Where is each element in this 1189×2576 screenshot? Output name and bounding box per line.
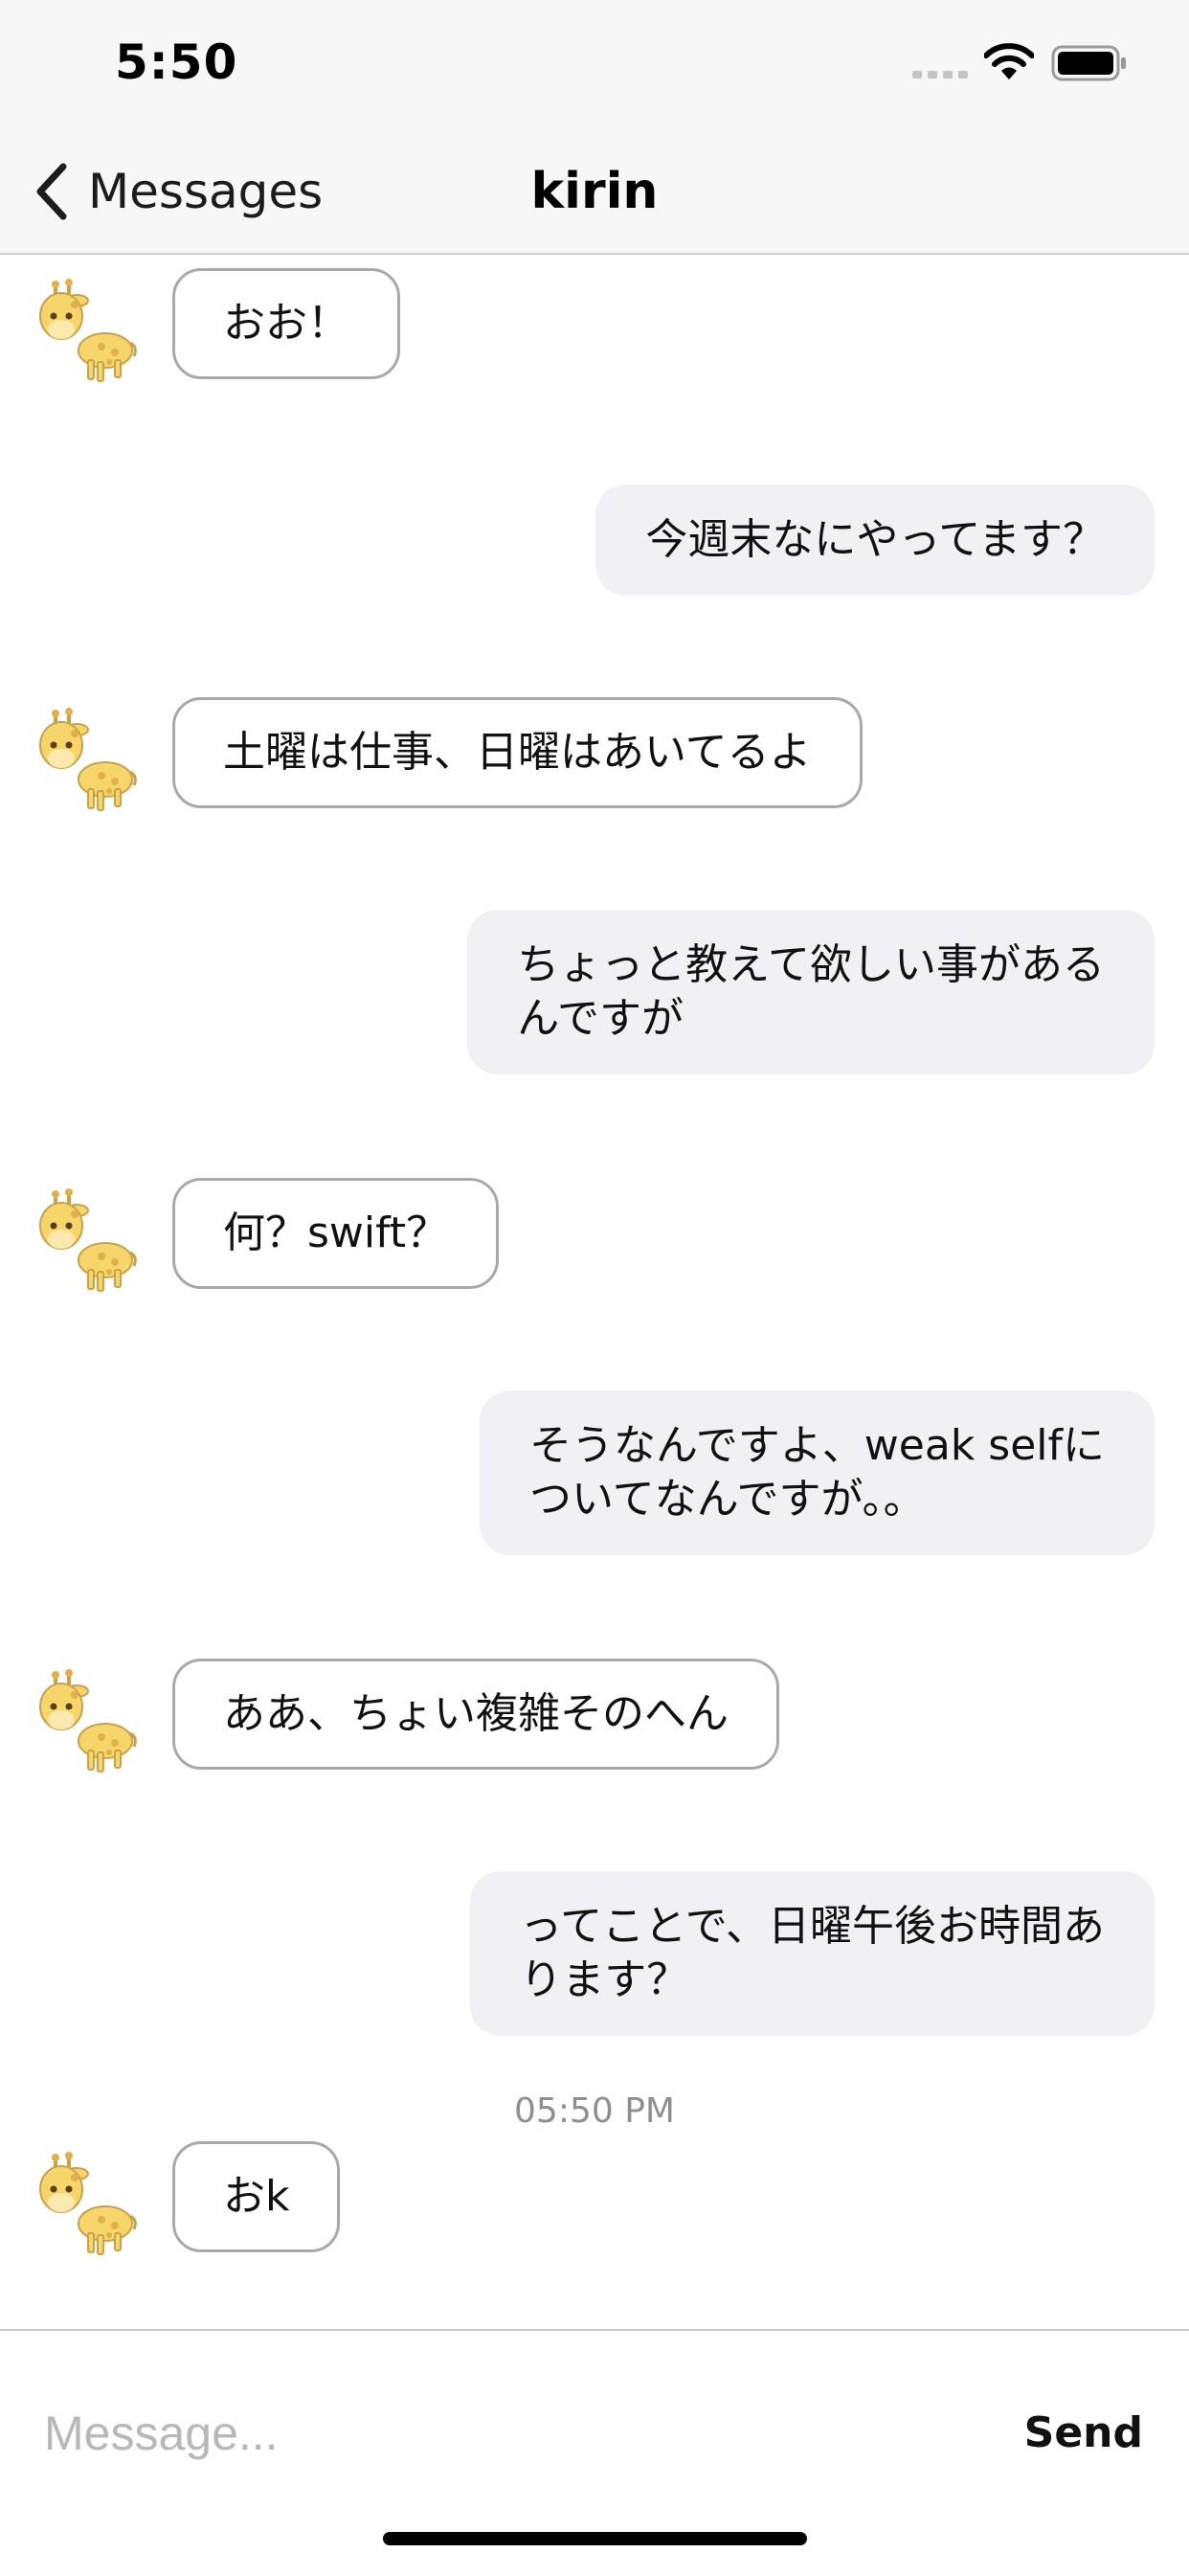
message-text-line: んですが [517,994,684,1043]
outgoing-message-bubble[interactable]: そうなんですよ、weak selfに ついてなんですが。。 [480,1390,1155,1555]
message-text-line: そうなんですよ、weak selfに [529,1421,1105,1470]
incoming-message-bubble[interactable]: おお！ [172,268,400,379]
message-text-line: ってことで、日曜午後お時間あ [520,1902,1105,1951]
incoming-message-bubble[interactable]: おk [172,2141,341,2252]
cellular-signal-icon [912,71,968,79]
message-text-line: ります？ [520,1955,689,2004]
message-list[interactable]: おお！ 今週末なにやってます？ 土曜は仕事、日曜はあいてるよ ちょっと教えて欲し… [0,255,1189,2329]
status-time: 5:50 [115,34,238,90]
outgoing-message-bubble[interactable]: ってことで、日曜午後お時間あ ります？ [470,1871,1155,2036]
message-timestamp: 05:50 PM [514,2091,675,2131]
incoming-message-bubble[interactable]: 何？swift？ [172,1178,500,1289]
home-indicator[interactable] [383,2532,807,2545]
giraffe-icon[interactable] [38,705,138,812]
giraffe-icon[interactable] [38,2149,138,2256]
outgoing-message-bubble[interactable]: ちょっと教えて欲しい事がある んですが [467,910,1155,1074]
chat-title: kirin [530,163,659,220]
giraffe-icon[interactable] [38,1186,138,1293]
navigation-header: 5:50 Messages kirin [0,0,1189,255]
incoming-message-bubble[interactable]: 土曜は仕事、日曜はあいてるよ [172,697,863,808]
wifi-icon [984,43,1034,79]
message-text-line: ついてなんですが。。 [529,1475,926,1524]
incoming-message-bubble[interactable]: ああ、ちょい複雑そのへん [172,1659,779,1770]
giraffe-icon[interactable] [38,276,138,383]
message-input[interactable] [44,2390,982,2476]
send-button[interactable]: Send [1024,2398,1143,2469]
outgoing-message-bubble[interactable]: 今週末なにやってます？ [595,485,1155,596]
message-text-line: ちょっと教えて欲しい事がある [517,940,1105,989]
giraffe-icon[interactable] [38,1666,138,1774]
battery-icon [1051,45,1126,81]
